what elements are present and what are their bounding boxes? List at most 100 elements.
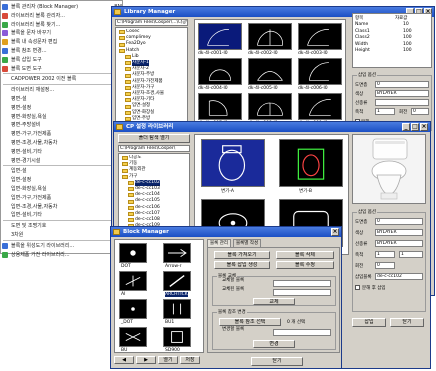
cp-thumbnail[interactable]	[201, 139, 265, 187]
library-thumbnail[interactable]	[298, 58, 342, 85]
cp-close-button[interactable]: 닫기	[390, 318, 424, 327]
menu-item-label: 입면-가구,가전제품	[11, 194, 52, 201]
menu-item[interactable]: 블록을 문자 바꾸기BTM	[1, 29, 124, 37]
replace-source-field[interactable]	[273, 280, 331, 287]
menu-item[interactable]: 블록 관리자 (Block Manager)BM	[1, 3, 124, 11]
cp-name-field[interactable]: de-c-cc102	[375, 273, 423, 280]
menu-item[interactable]: 입면-설	[1, 167, 124, 175]
tab-block-create[interactable]: 블록별 작성	[233, 239, 262, 247]
cp-explode-checkbox[interactable]	[355, 285, 360, 290]
block-thumbnail[interactable]	[119, 243, 147, 263]
close-button[interactable]: ×	[331, 228, 339, 236]
cp-browse-button[interactable]: 폴더 탐색 열기	[118, 134, 190, 143]
menu-item[interactable]: 도면 및 조명기호	[1, 222, 124, 230]
close-button[interactable]: ×	[420, 123, 428, 131]
menu-item[interactable]: 라이브러리 블록 관리자...LM	[1, 12, 124, 20]
block-menu: 블록 관리자 (Block Manager)BM라이브러리 블록 관리자...L…	[0, 0, 124, 258]
export-icon	[2, 242, 8, 249]
replace-button[interactable]: 교체	[253, 298, 295, 305]
menu-item[interactable]: 블록 참조 변경...BRC	[1, 47, 124, 55]
change-target-field[interactable]	[273, 329, 331, 336]
block-thumbnail[interactable]	[163, 327, 191, 347]
block-thumbnail[interactable]	[119, 299, 147, 319]
info-value: 10	[403, 22, 409, 27]
menu-item[interactable]: 라이브러리 블록 찾기...FB	[1, 21, 124, 29]
lm-scale-input[interactable]: 1	[375, 108, 395, 115]
menu-item[interactable]: 평면-설	[1, 95, 124, 103]
block-thumbnail[interactable]	[119, 271, 147, 291]
menu-item[interactable]: 블록을 위성도기 라이브러리...EB	[1, 242, 124, 250]
cp-path-field[interactable]: C:\Program Files\Cosper\	[118, 145, 190, 152]
menu-item[interactable]: 평면-경기시설	[1, 157, 124, 165]
menu-item[interactable]: 평면-화장실,욕실	[1, 113, 124, 121]
cp-insert-button[interactable]: 삽입	[352, 318, 386, 327]
library-thumbnail[interactable]	[198, 93, 242, 120]
library-thumbnail[interactable]	[248, 58, 292, 85]
cp-scale-x[interactable]: 1	[375, 251, 395, 258]
tab-block-manage[interactable]: 블록 관리	[207, 239, 231, 247]
menu-item[interactable]: 3차원	[1, 231, 124, 239]
library-thumbnail[interactable]	[298, 23, 342, 50]
insert-block-button[interactable]: 블록 삽입 생성	[214, 261, 270, 269]
library-thumbnail[interactable]	[248, 23, 292, 50]
menu-item[interactable]: 상용제품 가전 라이브러리...ESS	[1, 251, 124, 259]
menu-item[interactable]: 평면-주방설비	[1, 121, 124, 129]
library-thumbnail[interactable]	[248, 93, 292, 120]
library-path-field[interactable]: C:\Program Files\Cosper\...\다공\	[115, 19, 188, 26]
menu-item-label: 입면-설정	[11, 177, 32, 184]
block-list-nav-button[interactable]: 열기	[158, 356, 178, 364]
library-folder-tree[interactable]: Cosec complimey Fea2Dyo Hatch Lib 사문자-1 사문자-2 사…	[115, 27, 188, 125]
ref-select-button[interactable]: 블록 참조 선택	[219, 318, 281, 326]
menu-item-label: 입면-조경,사물,자동차	[11, 203, 58, 210]
lm-rotate-input[interactable]: 0	[411, 108, 429, 115]
folder-icon	[125, 61, 131, 66]
cp-layer-select[interactable]: 0	[375, 218, 423, 225]
maximize-button[interactable]: □	[411, 123, 419, 131]
block-list[interactable]: DOT Arrow-r AI ARCHTICK _DOT BU1 BU SD900	[114, 239, 204, 353]
get-block-button[interactable]: 블록 가져오기	[214, 251, 270, 259]
library-thumbnail[interactable]	[198, 58, 242, 85]
cp-color-select[interactable]: BYLAYER	[375, 229, 423, 236]
menu-item[interactable]: CADPOWER 2002 이전 블록	[1, 75, 124, 83]
block-name-label: SD900	[165, 348, 180, 353]
block-thumbnail[interactable]	[163, 271, 191, 291]
menu-item[interactable]: 입면-설비,기타	[1, 211, 124, 219]
cp-thumbnail[interactable]	[279, 139, 343, 187]
menu-item[interactable]: 평면-설비,기타	[1, 148, 124, 156]
library-thumbnail[interactable]	[298, 93, 342, 120]
lm-color-select[interactable]: BYLAYER	[375, 90, 429, 97]
menu-item[interactable]: 입면-가구,가전제품	[1, 194, 124, 202]
menu-item[interactable]: 라이브러리 재설정...	[1, 86, 124, 94]
delete-block-button[interactable]: 블록 삭제	[276, 251, 334, 259]
cp-scale-y[interactable]: 1	[399, 251, 423, 258]
block-manager-close-button[interactable]: 닫기	[251, 357, 303, 366]
replace-target-field[interactable]	[273, 289, 331, 296]
rename-block-button[interactable]: 블록 수정	[276, 261, 334, 269]
library-thumbnail-grid[interactable]: dk-4l-c001-l0 dk-4l-c002-l0 dk-4l-c003-l0 d…	[194, 19, 346, 126]
menu-item[interactable]: 평면-설정	[1, 104, 124, 112]
menu-item[interactable]: 입면-화장실,욕실	[1, 185, 124, 193]
menu-item[interactable]: 블록 도면 도구	[1, 65, 124, 73]
block-list-nav-button[interactable]: ◀	[114, 356, 134, 364]
change-button[interactable]: 변경	[253, 340, 295, 348]
lm-layer-select[interactable]: 0	[375, 81, 429, 88]
cp-ltype-select[interactable]: BYLAYER	[375, 240, 423, 247]
block-thumbnail[interactable]	[119, 327, 147, 347]
menu-item[interactable]: 입면-설정	[1, 176, 124, 184]
menu-item[interactable]: 블록 내 속성문자 편집	[1, 38, 124, 46]
menu-item[interactable]: 평면-조경,사물,차동차	[1, 139, 124, 147]
library-thumbnail[interactable]	[198, 23, 242, 50]
block-thumbnail[interactable]	[163, 299, 191, 319]
lm-ltype-select[interactable]	[375, 99, 429, 106]
lm-layer-label: 도면층	[355, 83, 368, 88]
menu-item[interactable]: 입면-조경,사물,자동차	[1, 203, 124, 211]
menu-item[interactable]: 블록 삽입 도구BMT	[1, 56, 124, 64]
cp-rotate-input[interactable]: 0	[375, 262, 395, 269]
cp-dialog-titlebar[interactable]: CP 설정 라이브러리 _ □ ×	[114, 122, 430, 132]
block-thumbnail[interactable]	[163, 243, 191, 263]
block-list-nav-button[interactable]: ▶	[136, 356, 156, 364]
block-list-nav-button[interactable]: 저장	[180, 356, 200, 364]
minimize-button[interactable]: _	[402, 123, 410, 131]
menu-item[interactable]: 평면-가구,가전제품	[1, 130, 124, 138]
block-manager-titlebar[interactable]: Block Manager ×	[111, 227, 341, 237]
